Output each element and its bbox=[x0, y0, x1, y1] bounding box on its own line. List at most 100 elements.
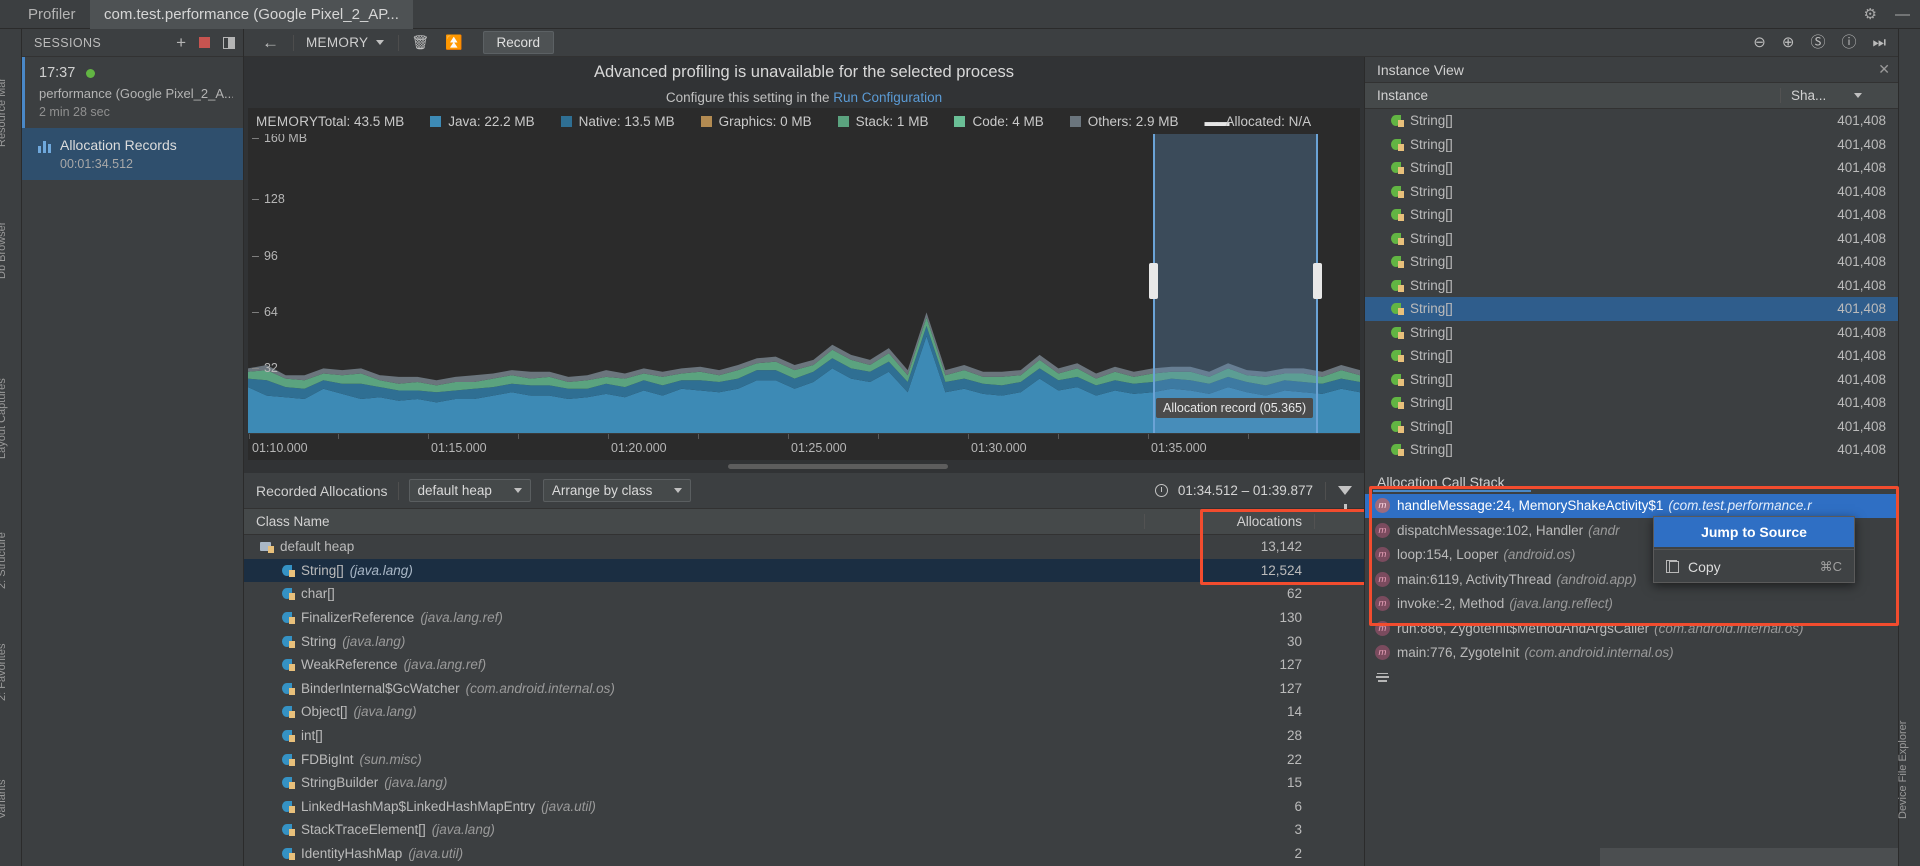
table-row[interactable]: FinalizerReference(java.lang.ref)1305,20… bbox=[244, 606, 1514, 630]
frame-method: handleMessage:24, MemoryShakeActivity$1 bbox=[1397, 498, 1664, 514]
call-stack-frame[interactable]: m run:886, ZygoteInit$MethodAndArgsCaller… bbox=[1365, 616, 1898, 641]
table-row[interactable]: char[]628,592 bbox=[244, 582, 1514, 606]
close-icon[interactable]: ✕ bbox=[1878, 61, 1890, 78]
column-header-allocations[interactable]: Allocations bbox=[1144, 514, 1314, 529]
instance-name: String[] bbox=[1410, 160, 1453, 176]
instance-name: String[] bbox=[1410, 207, 1453, 223]
tab-process[interactable]: com.test.performance (Google Pixel_2_AP.… bbox=[90, 0, 413, 29]
filter-icon[interactable] bbox=[1338, 486, 1352, 509]
live-indicator-icon bbox=[86, 68, 96, 78]
table-row[interactable]: String(java.lang)303,536 bbox=[244, 629, 1514, 653]
window-titlebar: Profiler com.test.performance (Google Pi… bbox=[0, 0, 1920, 29]
strip-item-structure[interactable]: 2: Structure bbox=[0, 532, 8, 589]
arrange-select[interactable]: Arrange by class bbox=[542, 479, 692, 502]
instance-icon bbox=[1391, 302, 1404, 316]
panel-toggle-icon[interactable] bbox=[223, 36, 235, 49]
table-row[interactable]: WeakReference(java.lang.ref)1273,048 bbox=[244, 653, 1514, 677]
list-item[interactable]: String[] 401,408 bbox=[1365, 203, 1898, 227]
table-row[interactable]: int[]28792 bbox=[244, 724, 1514, 748]
instance-icon bbox=[1391, 138, 1404, 151]
table-row[interactable]: StringBuilder(java.lang)15240 bbox=[244, 771, 1514, 795]
list-item[interactable]: String[] 401,408 bbox=[1365, 227, 1898, 251]
menu-item-jump-to-source[interactable]: Jump to Source bbox=[1654, 516, 1854, 547]
zoom-out-icon[interactable]: ⊖ bbox=[1753, 35, 1766, 50]
record-button[interactable]: Record bbox=[482, 31, 555, 54]
list-item[interactable]: String[] 401,408 bbox=[1365, 156, 1898, 180]
reset-zoom-icon[interactable]: Ⓢ bbox=[1810, 35, 1825, 50]
strip-item-db-browser[interactable]: Db Browser bbox=[0, 222, 8, 279]
table-row[interactable]: IdentityHashMap(java.util)280 bbox=[244, 842, 1514, 866]
table-row[interactable]: FDBigInt(sun.misc)22352 bbox=[244, 747, 1514, 771]
zoom-in-icon[interactable]: ⊕ bbox=[1782, 35, 1795, 50]
stop-session-icon[interactable] bbox=[199, 37, 210, 48]
frame-method: dispatchMessage:102, Handler bbox=[1397, 522, 1584, 538]
table-row[interactable]: Object[](java.lang)14808 bbox=[244, 700, 1514, 724]
table-row[interactable]: StackTraceElement[](java.lang)388 bbox=[244, 818, 1514, 842]
strip-item-device-file-explorer[interactable]: Device File Explorer bbox=[1897, 721, 1909, 819]
minimize-icon[interactable]: — bbox=[1895, 7, 1910, 22]
trash-icon[interactable]: 🗑 bbox=[403, 34, 437, 51]
list-item[interactable]: String[] 401,408 bbox=[1365, 109, 1898, 133]
instance-name: String[] bbox=[1410, 442, 1453, 458]
list-item[interactable]: String[] 401,408 bbox=[1365, 321, 1898, 345]
list-item[interactable]: String[] 401,408 bbox=[1365, 344, 1898, 368]
selection-handle-right[interactable] bbox=[1313, 262, 1322, 299]
strip-item-favorites[interactable]: 2: Favorites bbox=[0, 644, 8, 701]
call-stack-tab-underline bbox=[1373, 489, 1531, 492]
menu-item-copy[interactable]: Copy ⌘C bbox=[1654, 552, 1854, 582]
call-stack-frame[interactable] bbox=[1365, 665, 1898, 690]
method-icon: m bbox=[1375, 547, 1390, 563]
list-item[interactable]: String[] 401,408 bbox=[1365, 274, 1898, 298]
list-item[interactable]: String[] 401,408 bbox=[1365, 438, 1898, 462]
instance-name: String[] bbox=[1410, 418, 1453, 434]
class-package: (java.util) bbox=[541, 798, 596, 814]
strip-item-variants[interactable]: Variants bbox=[0, 779, 8, 819]
tab-profiler[interactable]: Profiler bbox=[14, 0, 90, 29]
list-item[interactable]: String[] 401,408 bbox=[1365, 297, 1898, 321]
chevron-down-icon[interactable] bbox=[376, 40, 385, 45]
context-menu: Jump to Source Copy ⌘C bbox=[1653, 515, 1855, 583]
selection-handle-left[interactable] bbox=[1149, 262, 1158, 299]
table-row[interactable]: default heap13,1425,027,259,232 bbox=[244, 535, 1514, 559]
stage-label: MEMORY bbox=[306, 35, 369, 50]
selection-range[interactable] bbox=[1149, 134, 1322, 433]
class-icon bbox=[282, 587, 295, 601]
strip-item-resource-manager[interactable]: Resource Mar bbox=[0, 78, 8, 147]
instance-name: String[] bbox=[1410, 230, 1453, 246]
attach-icon[interactable]: ⓘ bbox=[1841, 35, 1856, 50]
strip-item-layout-captures[interactable]: Layout Captures bbox=[0, 378, 8, 459]
memory-chart[interactable]: MEMORY Total: 43.5 MB Java: 22.2 MB Native… bbox=[248, 108, 1360, 469]
timeline-scrollbar[interactable] bbox=[728, 464, 948, 469]
allocation-records-item[interactable]: Allocation Records 00:01:34.512 bbox=[22, 128, 243, 180]
legend-swatch bbox=[430, 116, 442, 127]
list-item[interactable]: String[] 401,408 bbox=[1365, 415, 1898, 439]
add-session-icon[interactable]: + bbox=[176, 34, 186, 51]
table-row[interactable]: BinderInternal$GcWatcher (com.android.int… bbox=[244, 677, 1514, 701]
list-item[interactable]: String[] 401,408 bbox=[1365, 250, 1898, 274]
cell-allocations: 127 bbox=[1279, 680, 1302, 696]
list-item[interactable]: String[] 401,408 bbox=[1365, 133, 1898, 157]
list-item[interactable]: String[] 401,408 bbox=[1365, 391, 1898, 415]
export-icon[interactable]: ⏫ bbox=[437, 34, 470, 51]
call-stack-frame[interactable]: m main:776, ZygoteInit (com.android.intern… bbox=[1365, 641, 1898, 666]
jump-to-live-icon[interactable]: ⏭ bbox=[1872, 35, 1886, 50]
table-row[interactable]: LinkedHashMap$LinkedHashMapEntry (java.ut… bbox=[244, 795, 1514, 819]
list-item[interactable]: String[] 401,408 bbox=[1365, 180, 1898, 204]
call-stack-frame[interactable]: m handleMessage:24, MemoryShakeActivity$1… bbox=[1365, 493, 1898, 518]
instance-icon bbox=[1391, 420, 1404, 433]
call-stack-frame[interactable]: m invoke:-2, Method (java.lang.reflect) bbox=[1365, 592, 1898, 617]
session-list-item[interactable]: 17:37 performance (Google Pixel_2_A... 2… bbox=[22, 57, 243, 128]
run-configuration-link[interactable]: Run Configuration bbox=[833, 90, 942, 105]
instance-name: String[] bbox=[1410, 113, 1453, 129]
back-arrow-icon[interactable]: ← bbox=[252, 34, 289, 51]
gear-icon[interactable]: ⚙ bbox=[1864, 7, 1877, 22]
column-header-instance-shallow[interactable]: Sha... bbox=[1780, 88, 1898, 103]
class-icon bbox=[282, 682, 295, 695]
column-header-instance[interactable]: Instance bbox=[1365, 88, 1780, 103]
memory-plot-area[interactable]: 160 MB 128 96 64 32 Allocation record (0… bbox=[248, 134, 1360, 433]
table-row[interactable]: String[](java.lang)12,5245,027,233,792 bbox=[244, 558, 1514, 583]
column-header-class-name[interactable]: Class Name bbox=[244, 514, 1144, 529]
heap-select[interactable]: default heap bbox=[408, 479, 531, 502]
list-item[interactable]: String[] 401,408 bbox=[1365, 368, 1898, 392]
instance-shallow-size: 401,408 bbox=[1837, 136, 1886, 152]
